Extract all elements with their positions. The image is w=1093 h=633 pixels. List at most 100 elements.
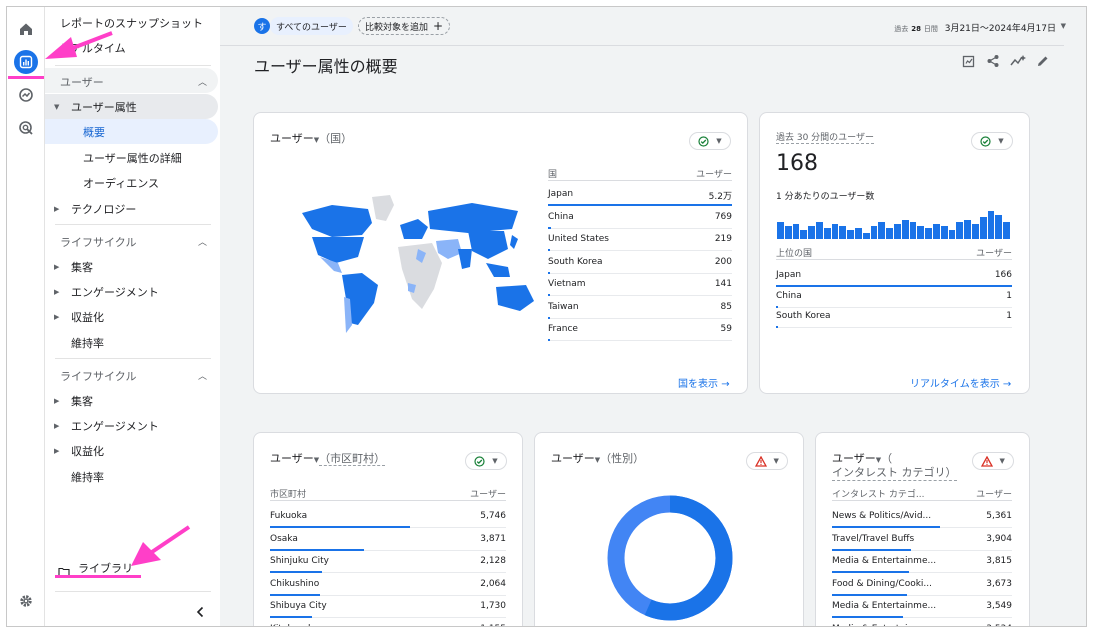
row-label: Chikushino [270,578,320,589]
row-value: 166 [994,270,1012,280]
per-minute-bar-chart[interactable] [777,211,1011,239]
page-title: ユーザー属性の概要 [254,57,398,76]
chart-bar [800,230,808,239]
row-label: Taiwan [548,301,579,312]
sidebar-item-acquisition-1[interactable]: 集客 [71,259,93,275]
table-row[interactable]: China 769 [548,207,732,229]
gender-donut-chart[interactable] [605,493,735,623]
table-row[interactable]: Travel/Travel Buffs 3,904 [832,529,1012,551]
sidebar-item-retention-1[interactable]: 維持率 [71,335,104,351]
sidebar-item-demographics[interactable]: ユーザー属性 [71,99,137,115]
section-lifecycle-1[interactable]: ライフサイクル [60,234,136,250]
customize-report-icon[interactable] [962,54,976,68]
table-row[interactable]: United States 219 [548,229,732,251]
sidebar-item-engagement-2[interactable]: エンゲージメント [71,418,159,434]
table-row[interactable]: Japan 5.2万 [548,184,732,206]
reports-icon[interactable] [14,50,38,74]
realtime-label[interactable]: 過去 30 分間のユーザー [776,130,874,144]
table-row[interactable]: Kitakyushu 1,155 [270,619,506,627]
sidebar-item-demographic-details[interactable]: ユーザー属性の詳細 [83,150,182,166]
row-label: United States [548,234,609,244]
chart-bar [995,215,1003,239]
folder-icon [58,562,70,581]
sidebar-item-retention-2[interactable]: 維持率 [71,469,104,485]
chart-bar [823,228,831,239]
data-quality-selector[interactable]: ▼ [465,452,507,470]
table-row[interactable]: Shinjuku City 2,128 [270,551,506,573]
data-quality-warning-selector[interactable]: ▼ [972,452,1014,470]
row-value: 59 [720,324,732,334]
chart-bar [940,226,948,239]
date-range-picker[interactable]: 過去 28 日間 3月21日～2024年4月17日 [894,21,1056,34]
sidebar-item-acquisition-2[interactable]: 集客 [71,393,93,409]
table-row[interactable]: Shibuya City 1,730 [270,596,506,618]
segment-chip[interactable]: すべてのユーザー [270,17,353,35]
table-row[interactable]: News & Politics/Avid... 5,361 [832,506,1012,528]
row-value: 5,746 [480,511,506,521]
sidebar-item-engagement-1[interactable]: エンゲージメント [71,284,159,300]
row-label: China [776,290,802,301]
explore-icon[interactable] [14,83,38,107]
insights-icon[interactable] [1010,54,1026,68]
table-row[interactable]: Vietnam 141 [548,274,732,296]
data-quality-warning-selector[interactable]: ▼ [746,452,788,470]
map-russia [428,203,518,233]
add-comparison-button[interactable]: 比較対象を追加 + [358,17,451,35]
table-row[interactable]: Fukuoka 5,746 [270,506,506,528]
date-dropdown-icon[interactable]: ▼ [1061,22,1066,30]
table-row[interactable]: Media & Entertainme... 3,549 [832,596,1012,618]
sidebar-item-monetization-2[interactable]: 収益化 [71,443,104,459]
section-users[interactable]: ユーザー [60,74,104,90]
caret-right-icon: ▶ [54,313,60,321]
sidebar-item-tech[interactable]: テクノロジー [71,201,136,217]
table-row[interactable]: Osaka 3,871 [270,529,506,551]
sidebar-item-overview[interactable]: 概要 [83,124,105,140]
table-row[interactable]: Chikushino 2,064 [270,574,506,596]
row-value: 200 [714,256,732,267]
table-row[interactable]: Food & Dining/Cooki... 3,673 [832,574,1012,596]
settings-gear-icon[interactable] [14,589,38,613]
col-interest-category: インタレスト カテゴ... [832,490,925,500]
chevron-up-icon[interactable]: ︿ [198,235,207,248]
row-value: 3,534 [986,624,1012,627]
table-row[interactable]: South Korea 200 [548,252,732,274]
section-lifecycle-2[interactable]: ライフサイクル [60,368,136,384]
view-countries-link[interactable]: 国を表示 → [678,375,730,390]
segment-avatar: す [254,18,270,34]
card-title[interactable]: ユーザー▼（性別） [551,450,644,466]
advertising-icon[interactable] [14,116,38,140]
share-icon[interactable] [986,54,1000,68]
table-row[interactable]: Japan 166 [776,265,1012,287]
table-row[interactable]: Media & Entertainme... 3,815 [832,551,1012,573]
sidebar-item-monetization-1[interactable]: 収益化 [71,309,104,325]
check-circle-icon [474,455,485,467]
table-row[interactable]: South Korea 1 [776,306,1012,328]
collapse-chevron-left-icon[interactable] [195,603,205,622]
table-row[interactable]: France 59 [548,319,732,341]
row-label: Travel/Travel Buffs [832,533,915,544]
row-label: Food & Dining/Cooki... [832,578,932,589]
card-title[interactable]: ユーザー▼（市区町村） [270,450,386,466]
chart-bar [784,226,792,239]
data-quality-selector[interactable]: ▼ [971,132,1013,150]
row-label: Vietnam [548,279,586,289]
view-realtime-link[interactable]: リアルタイムを表示 → [910,375,1011,390]
card-title[interactable]: ユーザー▼（国） [270,130,352,146]
world-map[interactable] [272,193,542,335]
edit-pencil-icon[interactable] [1036,54,1050,68]
table-row[interactable]: China 1 [776,286,1012,308]
warning-triangle-icon [981,455,994,467]
caret-right-icon: ▶ [54,422,60,430]
divider [55,358,211,359]
table-row[interactable]: Taiwan 85 [548,297,732,319]
chart-bar [847,230,854,239]
home-icon[interactable] [14,17,38,41]
library-link[interactable]: ライブラリ [78,560,133,576]
dropdown-caret-icon: ▼ [773,457,779,465]
table-row[interactable]: Media & Entertainme... 3,534 [832,619,1012,627]
chevron-up-icon[interactable]: ︿ [198,369,207,382]
data-quality-selector[interactable]: ▼ [689,132,731,150]
chevron-up-icon[interactable]: ︿ [198,75,207,88]
sidebar-item-audiences[interactable]: オーディエンス [83,175,159,191]
check-circle-icon [698,135,709,147]
